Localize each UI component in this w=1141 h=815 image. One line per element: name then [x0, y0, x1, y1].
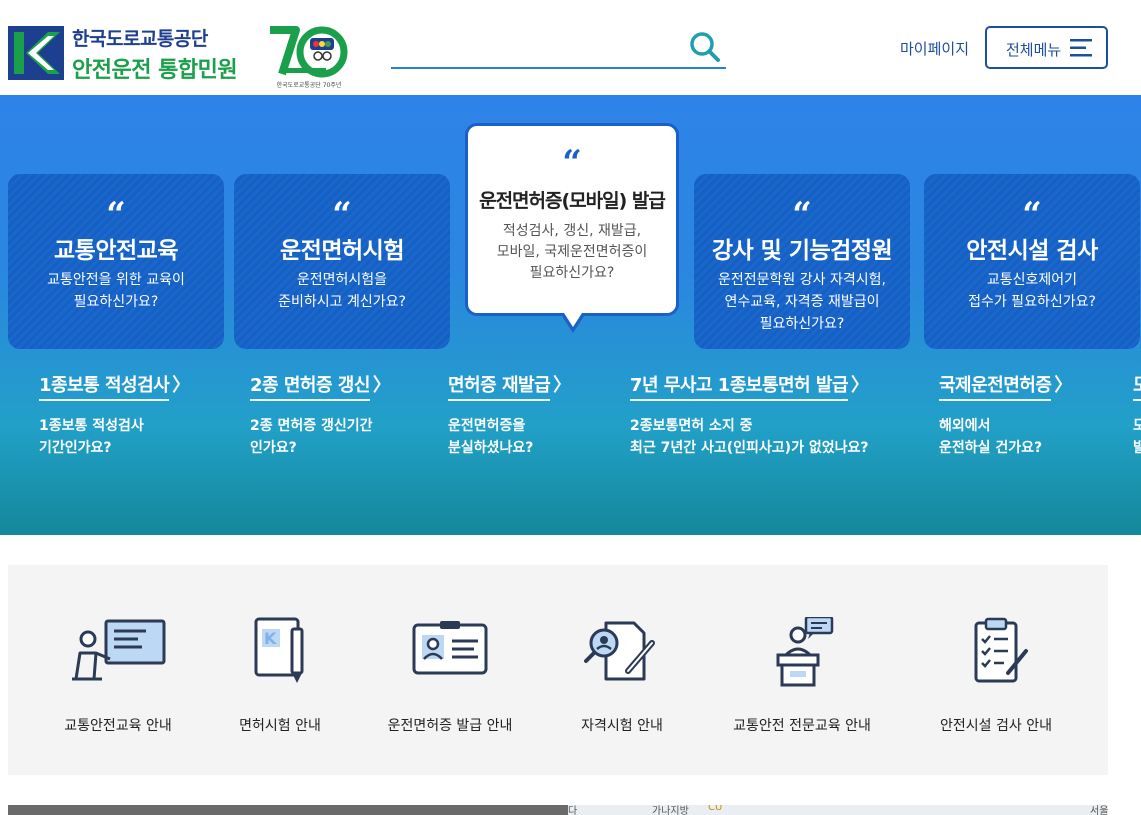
location-map[interactable]: 다 가나지방 CU 서울: [568, 805, 1108, 815]
site-header: 한국도로교통공단 안전운전 통합민원 한국도로교통공단 70주년 마이페이지 전…: [0, 0, 1141, 95]
quick-link-reissue[interactable]: 면허증 재발급 〉 운전면허증을 분실하셨나요?: [448, 371, 571, 459]
quick-link-class2-renewal[interactable]: 2종 면허증 갱신 〉 2종 면허증 갱신기간 인가요?: [250, 371, 391, 459]
chevron-right-icon: 〉: [851, 375, 870, 396]
quick-link-desc: 모발: [1133, 418, 1141, 456]
hero-section: “ 교통안전교육 교통안전을 위한 교육이 필요하신가요? “ 운전면허시험 운전…: [0, 95, 1141, 535]
quick-link-title: 면허증 재발급: [448, 371, 551, 401]
guide-label: 교통안전 전문교육 안내: [733, 718, 871, 734]
card-pointer-arrow: [560, 313, 586, 333]
map-label: 서울: [1090, 806, 1108, 815]
card-title: 안전시설 검사: [966, 238, 1098, 264]
quick-link-7year-no-accident[interactable]: 7년 무사고 1종보통면허 발급 〉 2종보통면허 소지 중 최근 7년간 사고(인…: [630, 371, 869, 459]
service-card-license-exam[interactable]: “ 운전면허시험 운전면허시험을 준비하시고 계신가요?: [234, 174, 450, 349]
search-input[interactable]: [391, 30, 681, 64]
service-card-safety-facility[interactable]: “ 안전시설 검사 교통신호제어기 접수가 필요하신가요?: [924, 174, 1140, 349]
certification-search-icon: [584, 621, 655, 681]
quick-link-title: 모: [1133, 371, 1141, 401]
quick-link-class1-aptitude[interactable]: 1종보통 적성검사 〉 1종보통 적성검사 기간인가요?: [39, 371, 190, 459]
quote-icon: “: [562, 143, 582, 183]
card-description: 운전면허시험을 준비하시고 계신가요?: [278, 272, 406, 310]
card-title: 운전면허시험: [280, 238, 404, 264]
card-title: 운전면허증(모바일) 발급: [479, 190, 666, 212]
guide-safety-facility[interactable]: 안전시설 검사 안내: [906, 617, 1086, 747]
quote-icon: “: [1022, 195, 1042, 235]
anniversary-70-icon: [270, 26, 348, 78]
card-description: 교통신호제어기 접수가 필요하신가요?: [968, 272, 1096, 310]
map-label: CU: [708, 805, 723, 813]
guide-professional-education[interactable]: 교통안전 전문교육 안내: [712, 617, 892, 747]
quick-link-title: 2종 면허증 갱신: [250, 371, 370, 401]
quick-link-desc: 운전면허증을 분실하셨나요?: [448, 418, 534, 456]
card-title: 교통안전교육: [54, 238, 178, 264]
guide-label: 운전면허증 발급 안내: [387, 718, 513, 734]
full-menu-button[interactable]: 전체메뉴: [985, 26, 1108, 69]
koroad-k-logo-icon: [8, 26, 64, 80]
quick-link-mobile-cutoff[interactable]: 모 모발: [1133, 371, 1141, 459]
chevron-right-icon: 〉: [372, 375, 391, 396]
guide-traffic-education[interactable]: 교통안전교육 안내: [28, 617, 208, 747]
guide-label: 자격시험 안내: [581, 718, 663, 734]
guide-label: 면허시험 안내: [239, 718, 321, 734]
checklist-clipboard-icon: [974, 617, 1028, 683]
full-menu-label: 전체메뉴: [1006, 41, 1062, 59]
quote-icon: “: [106, 195, 126, 235]
exam-paper-pencil-icon: K: [254, 617, 304, 683]
quote-icon: “: [792, 195, 812, 235]
id-card-icon: [412, 621, 488, 675]
quick-link-desc: 1종보통 적성검사 기간인가요?: [39, 418, 144, 456]
map-label: 가나지방: [652, 806, 689, 815]
guide-certification-exam[interactable]: 자격시험 안내: [532, 617, 712, 747]
guide-label: 안전시설 검사 안내: [940, 718, 1052, 734]
guide-panel: 교통안전교육 안내 K 면허시험 안내 운전면허증 발급 안내 자격시험 안내 …: [8, 565, 1108, 775]
anniversary-caption: 한국도로교통공단 70주년: [276, 82, 342, 89]
service-card-license-issuance[interactable]: “ 운전면허증(모바일) 발급 적성검사, 갱신, 재발급, 모바일, 국제운전면…: [465, 123, 679, 316]
search-icon[interactable]: [688, 30, 722, 64]
bottom-banner[interactable]: [8, 805, 568, 815]
anniversary-emblem: 한국도로교통공단 70주년: [266, 24, 352, 90]
guide-label: 교통안전교육 안내: [64, 718, 172, 734]
guide-license-exam[interactable]: K 면허시험 안내: [190, 617, 370, 747]
logo-service-name: 안전운전 통합민원: [72, 58, 238, 83]
card-title: 강사 및 기능검정원: [711, 238, 893, 264]
quick-link-desc: 2종 면허증 갱신기간 인가요?: [250, 418, 373, 456]
quick-link-international-license[interactable]: 국제운전면허증 〉 해외에서 운전하실 건가요?: [939, 371, 1072, 459]
lecture-board-icon: [72, 619, 166, 681]
card-description: 교통안전을 위한 교육이 필요하신가요?: [47, 272, 185, 310]
chevron-right-icon: 〉: [1054, 375, 1073, 396]
quick-link-title: 7년 무사고 1종보통면허 발급: [630, 371, 849, 401]
service-card-instructor-examiner[interactable]: “ 강사 및 기능검정원 운전전문학원 강사 자격시험, 연수교육, 자격증 재발…: [694, 174, 910, 349]
card-description: 운전전문학원 강사 자격시험, 연수교육, 자격증 재발급이 필요하신가요?: [718, 272, 886, 332]
quick-link-title: 1종보통 적성검사: [39, 371, 170, 401]
quick-link-title: 국제운전면허증: [939, 371, 1052, 401]
site-logo[interactable]: 한국도로교통공단 안전운전 통합민원: [8, 22, 258, 83]
map-label: 다: [568, 806, 578, 815]
service-card-traffic-education[interactable]: “ 교통안전교육 교통안전을 위한 교육이 필요하신가요?: [8, 174, 224, 349]
mypage-link[interactable]: 마이페이지: [900, 38, 969, 59]
quick-link-desc: 2종보통면허 소지 중 최근 7년간 사고(인피사고)가 없었나요?: [630, 418, 869, 456]
logo-org-name: 한국도로교통공단: [72, 28, 208, 50]
quote-icon: “: [332, 195, 352, 235]
guide-license-issuance[interactable]: 운전면허증 발급 안내: [360, 617, 540, 747]
svg-text:K: K: [264, 629, 277, 648]
quick-link-desc: 해외에서 운전하실 건가요?: [939, 418, 1043, 456]
speaker-podium-icon: [776, 617, 834, 687]
chevron-right-icon: 〉: [553, 375, 572, 396]
chevron-right-icon: 〉: [172, 375, 191, 396]
hamburger-menu-icon: [1070, 39, 1092, 57]
card-description: 적성검사, 갱신, 재발급, 모바일, 국제운전면허증이 필요하신가요?: [496, 223, 648, 281]
search-bar: [391, 26, 726, 69]
